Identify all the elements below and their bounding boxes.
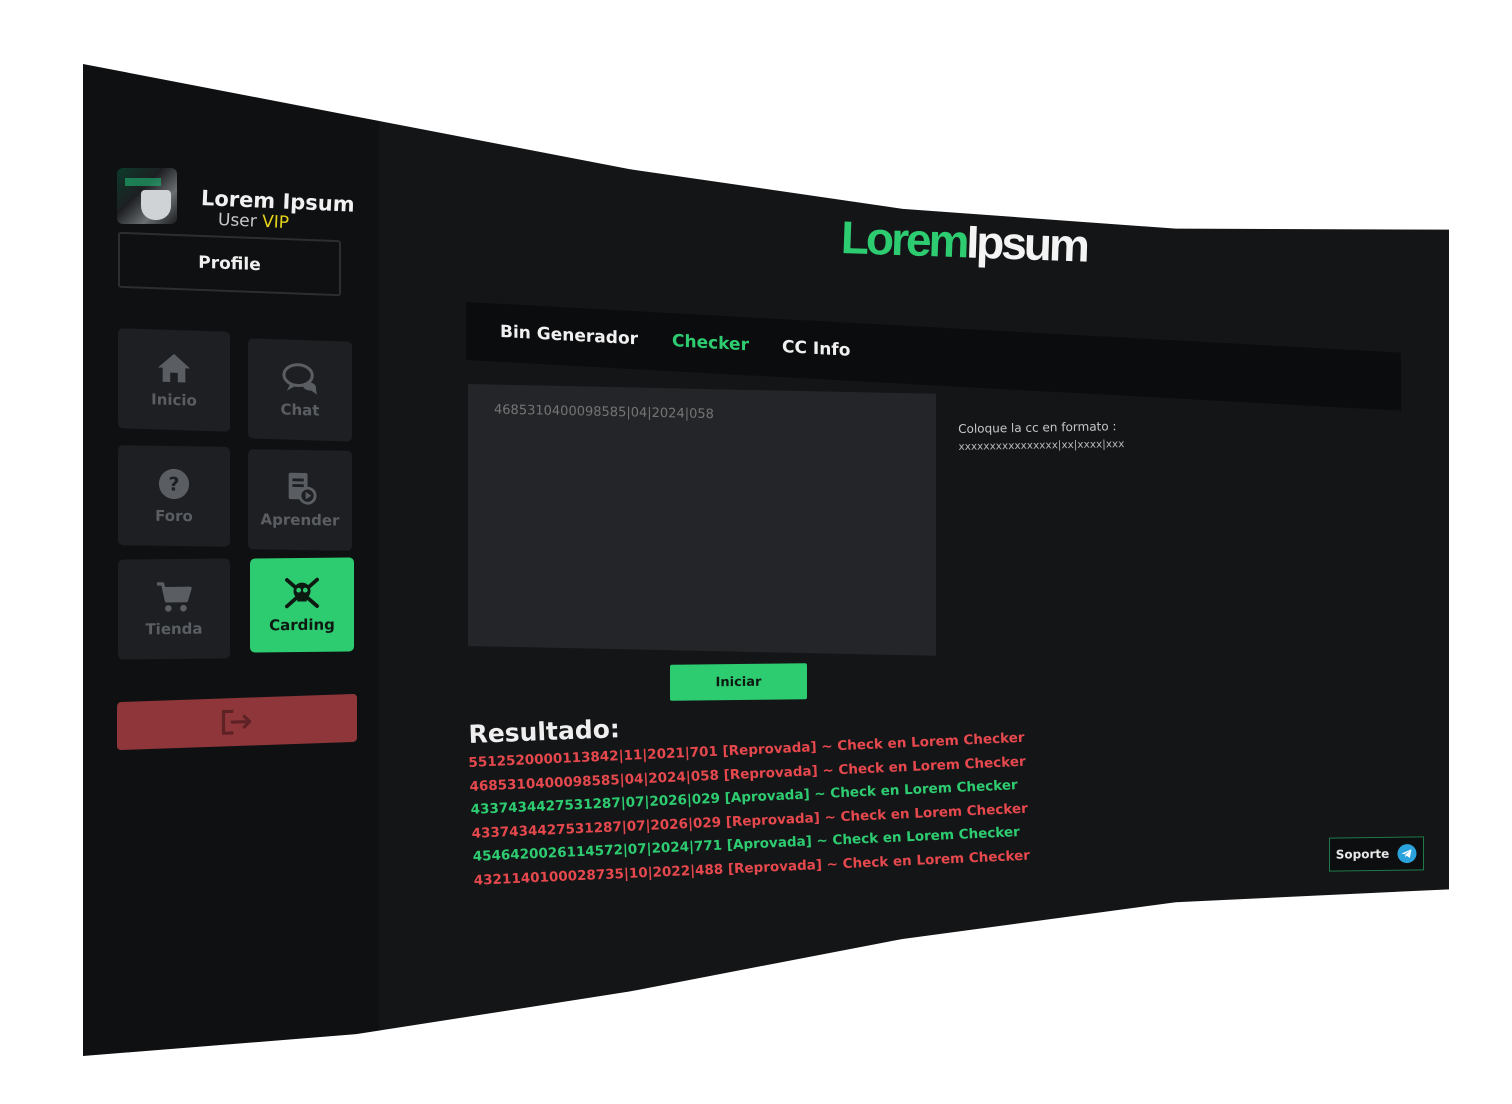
logo-text-green: Lorem	[840, 211, 968, 268]
cart-icon	[157, 582, 192, 612]
nav-label: Aprender	[260, 510, 340, 530]
tab-cc-info[interactable]: CC Info	[782, 337, 850, 361]
nav-tile-tienda[interactable]: Tienda	[118, 558, 230, 660]
cc-input[interactable]	[468, 384, 936, 656]
start-button[interactable]: Iniciar	[670, 663, 807, 701]
support-button[interactable]: Soporte	[1329, 836, 1424, 872]
nav-label: Foro	[155, 506, 193, 526]
results-list: 5512520000113842|11|2021|701 [Reprovada]…	[468, 727, 1030, 893]
nav-label: Chat	[280, 400, 320, 420]
brand-logo: LoremIpsum	[840, 210, 1088, 273]
nav-tile-aprender[interactable]: Aprender	[248, 449, 352, 551]
svg-text:?: ?	[169, 474, 180, 496]
support-label: Soporte	[1335, 846, 1390, 862]
tab-bin-generador[interactable]: Bin Generador	[500, 322, 638, 349]
main-content: LoremIpsum Bin Generador Checker CC Info…	[379, 64, 1449, 1056]
format-hint-pattern: xxxxxxxxxxxxxxxx|xx|xxxx|xxx	[958, 438, 1125, 453]
nav-tile-chat[interactable]: Chat	[248, 338, 352, 442]
profile-button[interactable]: Profile	[118, 231, 341, 297]
stage: Lorem Ipsum User VIP Profile Inicio Chat	[0, 0, 1512, 1104]
home-icon	[157, 353, 191, 383]
nav-tile-foro[interactable]: ? Foro	[118, 445, 230, 547]
tab-checker[interactable]: Checker	[672, 331, 749, 355]
vip-badge: VIP	[261, 211, 290, 234]
skull-crossbones-icon	[284, 577, 319, 609]
nav-label: Inicio	[151, 390, 197, 410]
sidebar: Lorem Ipsum User VIP Profile Inicio Chat	[83, 64, 379, 1056]
format-hint: Coloque la cc en formato : xxxxxxxxxxxxx…	[958, 417, 1125, 456]
nav-tile-carding[interactable]: Carding	[250, 557, 354, 653]
telegram-icon	[1397, 844, 1417, 864]
nav-label: Tienda	[145, 619, 203, 639]
help-icon: ?	[158, 468, 190, 500]
user-role-prefix: User	[217, 210, 258, 232]
learn-icon	[288, 472, 317, 505]
app-window: Lorem Ipsum User VIP Profile Inicio Chat	[83, 64, 1449, 1056]
results-title: Resultado:	[468, 714, 621, 749]
logout-icon	[221, 709, 252, 735]
nav-tile-inicio[interactable]: Inicio	[118, 328, 230, 432]
nav-label: Carding	[269, 615, 335, 635]
logout-button[interactable]	[117, 693, 357, 751]
avatar[interactable]	[117, 168, 177, 224]
chat-icon	[282, 363, 317, 395]
logo-text-white: Ipsum	[965, 215, 1088, 272]
user-role: User VIP	[218, 210, 290, 233]
